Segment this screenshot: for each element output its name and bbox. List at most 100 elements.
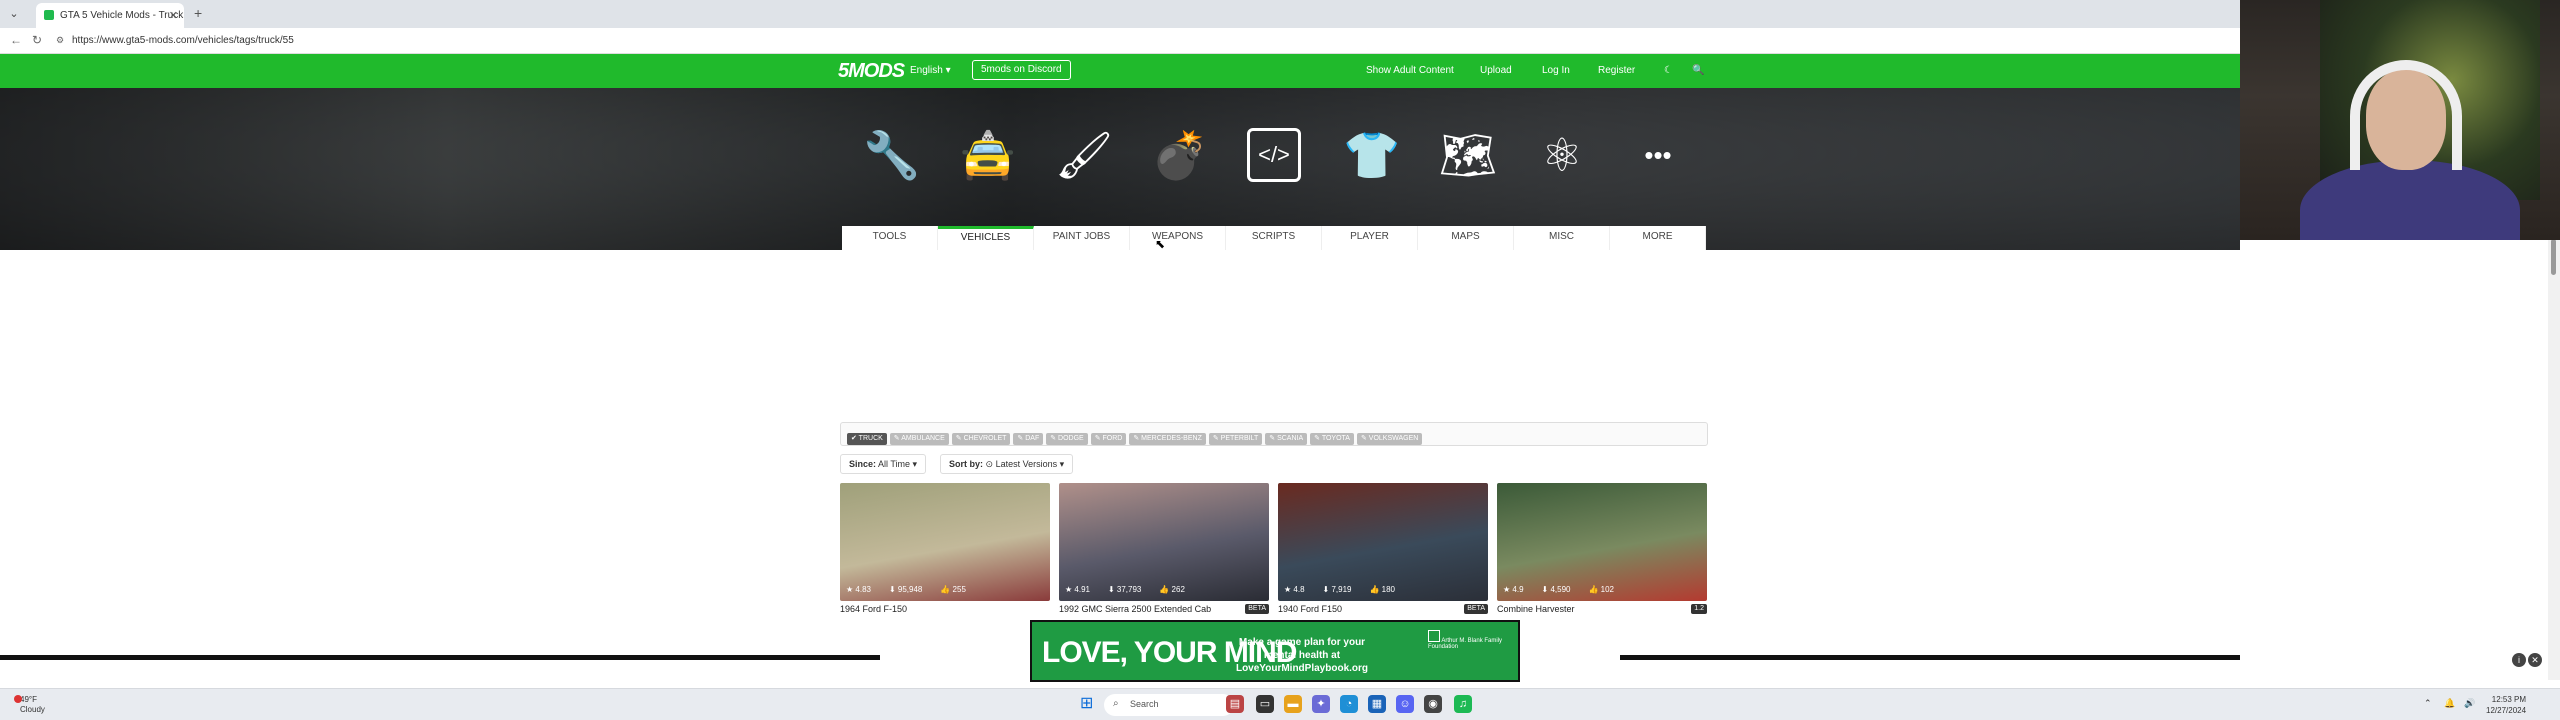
clock-time: 12:53 PM [2491,695,2527,704]
register-link[interactable]: Register [1598,65,1635,76]
category-scripts[interactable]: </> SCRIPTS [1226,128,1322,250]
category-more[interactable]: ••• MORE [1610,128,1706,250]
site-info-icon[interactable]: ⚙ [56,35,64,46]
category-weapons[interactable]: 💣 WEAPONS [1130,128,1226,250]
spotify-app-icon[interactable]: ♫ [1454,695,1472,713]
url-field[interactable]: ⚙ https://www.gta5-mods.com/vehicles/tag… [52,32,1952,50]
mod-likes: 👍 262 [1159,585,1185,594]
scrollbar-thumb[interactable] [2551,239,2556,275]
taskbar-search-text: Search [1130,699,1159,709]
tab-list-icon[interactable]: ⌄ [6,6,22,22]
category-misc[interactable]: ⚛ MISC [1514,128,1610,250]
taskbar-search[interactable]: ⌕ Search [1104,694,1234,716]
category-maps[interactable]: 🗺 MAPS [1418,128,1514,250]
weather-widget[interactable]: 49°F Cloudy [14,695,45,715]
ad-sponsor: Arthur M. Blank Family Foundation [1428,630,1508,676]
mod-rating: ★ 4.9 [1503,585,1524,594]
webcam-overlay [2240,0,2560,240]
new-tab-button[interactable]: + [194,5,202,21]
store-app-icon[interactable]: ▦ [1368,695,1386,713]
since-dropdown[interactable]: Since: All Time ▾ [840,454,927,474]
calendar-app-icon[interactable]: ▤ [1226,695,1244,713]
category-paint-jobs[interactable]: 🖌 PAINT JOBS [1034,128,1130,250]
mod-card[interactable]: ★ 4.83 ⬇ 95,948 👍 255 1964 Ford F-150 [840,483,1050,614]
obs-app-icon[interactable]: ◉ [1424,695,1442,713]
address-bar-row: ← ↻ ⚙ https://www.gta5-mods.com/vehicles… [0,28,2560,54]
filter-tag[interactable]: ✎ SCANIA [1265,433,1308,445]
tray-overflow-icon[interactable]: ⌃ [2424,698,2432,709]
category-tools[interactable]: 🔧 TOOLS [842,128,938,250]
category-label: MISC [1514,226,1610,250]
category-vehicles[interactable]: 🚖 VEHICLES [938,128,1034,250]
mod-downloads: ⬇ 4,590 [1541,585,1571,594]
windows-start-icon[interactable]: ⊞ [1080,696,1096,712]
mod-title[interactable]: 1992 GMC Sierra 2500 Extended Cab [1059,604,1211,614]
search-icon: ⌕ [1113,698,1119,709]
file-explorer-icon[interactable]: ▬ [1284,695,1302,713]
map-icon: 🗺 [1439,129,1498,181]
more-dots-icon: ••• [1644,140,1672,170]
volume-icon[interactable]: 🔊 [2464,698,2475,709]
close-tab-icon[interactable]: ✕ [169,9,178,22]
language-select[interactable]: English ▾ [910,65,951,76]
mod-stats: ★ 4.91 ⬇ 37,793 👍 262 [1065,585,1203,594]
discord-button[interactable]: 5mods on Discord [972,60,1071,80]
since-label: Since: [849,459,877,469]
mod-rating: ★ 4.83 [846,585,871,594]
login-link[interactable]: Log In [1542,65,1570,76]
show-adult-content-toggle[interactable]: Show Adult Content [1366,65,1454,76]
ad-sponsor-text: Arthur M. Blank Family Foundation [1428,638,1503,650]
weather-temp: 49°F [20,695,37,704]
taskbar-clock[interactable]: 12:53 PM 12/27/2024 [2486,694,2526,716]
mod-card[interactable]: ★ 4.91 ⬇ 37,793 👍 262 1992 GMC Sierra 2500 … [1059,483,1269,614]
notification-bell-icon[interactable]: 🔔 [2444,698,2455,709]
browser-tab[interactable]: GTA 5 Vehicle Mods - Truck - GTA5- ✕ [36,3,184,28]
grenade-icon: 💣 [1151,129,1209,181]
mod-thumbnail[interactable]: ★ 4.91 ⬇ 37,793 👍 262 [1059,483,1269,601]
mod-title[interactable]: 1964 Ford F-150 [840,604,907,614]
filter-tag[interactable]: ✎ AMBULANCE [889,433,949,445]
category-label: WEAPONS [1130,226,1226,250]
sort-by-dropdown[interactable]: Sort by: ⊙ Latest Versions ▾ [940,454,1074,474]
os-taskbar: 49°F Cloudy ⊞ ⌕ Search ▤ ▭ ▬ ✦ ◔ ▦ ☺ ◉ ♫… [0,688,2560,720]
mod-card[interactable]: ★ 4.9 ⬇ 4,590 👍 102 Combine Harvester 1.2 [1497,483,1707,614]
filter-tag[interactable]: ✎ MERCEDES-BENZ [1129,433,1206,445]
ad-tagline: Make a game plan for your mental health … [1235,637,1369,674]
category-label: PLAYER [1322,226,1418,250]
reload-icon[interactable]: ↻ [32,33,42,47]
mod-thumbnail[interactable]: ★ 4.83 ⬇ 95,948 👍 255 [840,483,1050,601]
mod-card[interactable]: ★ 4.8 ⬇ 7,919 👍 180 1940 Ford F150 BETA [1278,483,1488,614]
since-value: All Time ▾ [878,459,918,469]
mod-thumbnail[interactable]: ★ 4.8 ⬇ 7,919 👍 180 [1278,483,1488,601]
filter-tag[interactable]: ✎ PETERBILT [1208,433,1263,445]
website-page: 5MODS English ▾ 5mods on Discord Show Ad… [0,54,2240,660]
site-logo[interactable]: 5MODS [838,60,905,83]
search-icon[interactable]: 🔍 [1692,65,1704,76]
filter-tag[interactable]: ✎ DODGE [1046,433,1088,445]
category-label: TOOLS [842,226,938,250]
filter-tag[interactable]: ✎ CHEVROLET [951,433,1011,445]
mod-version-badge: 1.2 [1691,604,1707,614]
mod-title[interactable]: Combine Harvester [1497,604,1575,614]
mod-title[interactable]: 1940 Ford F150 [1278,604,1342,614]
mod-downloads: ⬇ 95,948 [888,585,923,594]
ad-close-icon[interactable]: ✕ [2528,653,2542,667]
edge-browser-icon[interactable]: ◔ [1340,695,1358,713]
filter-tag[interactable]: ✎ FORD [1090,433,1127,445]
ad-info-icon[interactable]: i [2512,653,2526,667]
category-player[interactable]: 👕 PLAYER [1322,128,1418,250]
filter-tag[interactable]: ✎ DAF [1013,433,1044,445]
ad-banner[interactable]: LOVE, YOUR MIND Make a game plan for you… [1030,620,1520,682]
upload-link[interactable]: Upload [1480,65,1512,76]
task-view-icon[interactable]: ▭ [1256,695,1274,713]
back-arrow-icon[interactable]: ← [10,33,22,47]
mod-thumbnail[interactable]: ★ 4.9 ⬇ 4,590 👍 102 [1497,483,1707,601]
copilot-icon[interactable]: ✦ [1312,695,1330,713]
discord-app-icon[interactable]: ☺ [1396,695,1414,713]
mod-downloads: ⬇ 37,793 [1107,585,1142,594]
weather-alert-icon [14,695,22,703]
filter-tag[interactable]: ✔ TRUCK [847,433,887,445]
dark-mode-icon[interactable]: ☾ [1664,65,1673,76]
filter-tag[interactable]: ✎ TOYOTA [1310,433,1354,445]
filter-tag[interactable]: ✎ VOLKSWAGEN [1356,433,1423,445]
